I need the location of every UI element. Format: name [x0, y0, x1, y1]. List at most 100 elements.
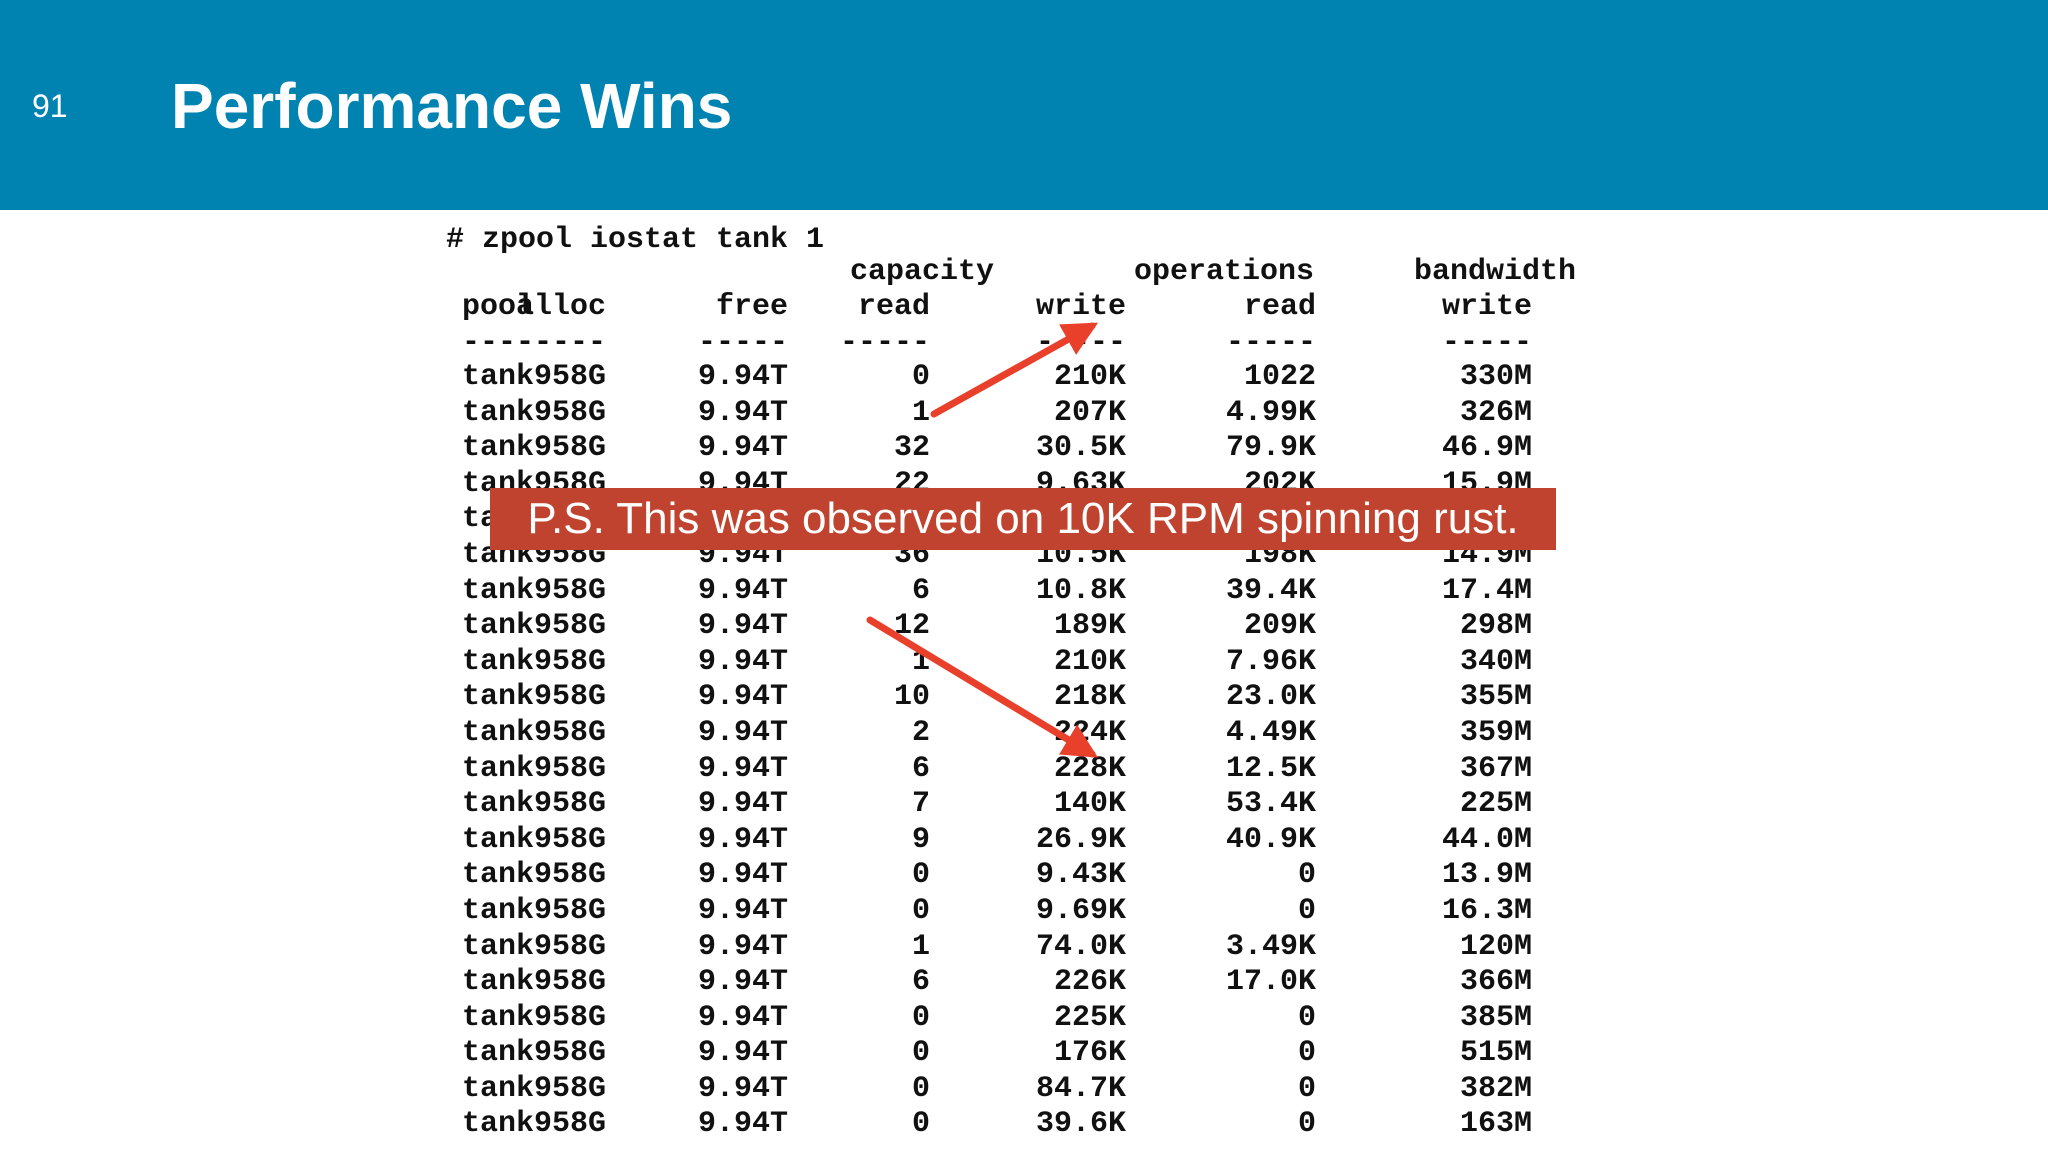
cell-pool: tank [462, 822, 535, 857]
cell-alloc: 958G [533, 715, 606, 750]
column-header-alloc: alloc [515, 290, 606, 324]
table-row: tank 958G 9.94T 12 189K 209K 298M [446, 609, 1606, 645]
cell-alloc: 958G [533, 751, 606, 786]
slide-title: Performance Wins [171, 70, 733, 142]
cell-free: 9.94T [697, 858, 788, 893]
cell-bw-read: 39.4K [1225, 573, 1316, 608]
cell-bw-write: 382M [1459, 1071, 1532, 1106]
cell-bw-read: 23.0K [1225, 680, 1316, 715]
cell-ops-write: 30.5K [1035, 431, 1126, 466]
cell-alloc: 958G [533, 680, 606, 715]
cell-alloc: 958G [533, 893, 606, 928]
cell-bw-write: 13.9M [1441, 858, 1532, 893]
cell-bw-read: 4.49K [1225, 715, 1316, 750]
column-header-ops-read: read [857, 290, 930, 324]
cell-pool: tank [462, 965, 535, 1000]
cell-alloc: 958G [533, 573, 606, 608]
cell-pool: tank [462, 1036, 535, 1071]
column-rule: ----- [1035, 326, 1126, 360]
table-row: tank 958G 9.94T 6 10.8K 39.4K 17.4M [446, 574, 1606, 610]
cell-ops-write: 140K [1053, 787, 1126, 822]
cell-ops-write: 226K [1053, 965, 1126, 1000]
cell-bw-write: 385M [1459, 1000, 1532, 1035]
table-row: tank 958G 9.94T 6 226K 17.0K 366M [446, 965, 1606, 1001]
cell-pool: tank [462, 1000, 535, 1035]
cell-pool: tank [462, 609, 535, 644]
cell-bw-write: 16.3M [1441, 893, 1532, 928]
cell-bw-write: 359M [1459, 715, 1532, 750]
cell-bw-write: 46.9M [1441, 431, 1532, 466]
cell-ops-write: 189K [1053, 609, 1126, 644]
table-row: tank 958G 9.94T 1 74.0K 3.49K 120M [446, 930, 1606, 966]
cell-bw-read: 79.9K [1225, 431, 1316, 466]
cell-free: 9.94T [697, 822, 788, 857]
cell-pool: tank [462, 573, 535, 608]
cell-free: 9.94T [697, 751, 788, 786]
cell-bw-read: 3.49K [1225, 929, 1316, 964]
cell-pool: tank [462, 1071, 535, 1106]
table-row: tank 958G 9.94T 0 210K 1022 330M [446, 360, 1606, 396]
cell-free: 9.94T [697, 893, 788, 928]
table-row: tank 958G 9.94T 32 30.5K 79.9K 46.9M [446, 431, 1606, 467]
cell-free: 9.94T [697, 787, 788, 822]
cell-pool: tank [462, 787, 535, 822]
cell-bw-write: 120M [1459, 929, 1532, 964]
cell-bw-read: 0 [1297, 858, 1316, 893]
cell-free: 9.94T [697, 431, 788, 466]
cell-bw-write: 44.0M [1441, 822, 1532, 857]
cell-bw-read: 0 [1297, 1000, 1316, 1035]
cell-ops-read: 0 [911, 1036, 930, 1071]
slide-number: 91 [32, 88, 68, 124]
cell-alloc: 958G [533, 929, 606, 964]
table-row: tank 958G 9.94T 1 210K 7.96K 340M [446, 645, 1606, 681]
cell-alloc: 958G [533, 787, 606, 822]
cell-free: 9.94T [697, 929, 788, 964]
cell-ops-read: 0 [911, 1107, 930, 1142]
cell-ops-write: 210K [1053, 644, 1126, 679]
cell-alloc: 958G [533, 395, 606, 430]
cell-ops-read: 6 [911, 965, 930, 1000]
cell-free: 9.94T [697, 1071, 788, 1106]
cell-ops-read: 1 [911, 644, 930, 679]
cell-pool: tank [462, 858, 535, 893]
cell-pool: tank [462, 893, 535, 928]
cell-ops-read: 0 [911, 893, 930, 928]
cell-ops-write: 9.43K [1035, 858, 1126, 893]
table-row: tank 958G 9.94T 0 84.7K 0 382M [446, 1072, 1606, 1108]
cell-free: 9.94T [697, 395, 788, 430]
cell-pool: tank [462, 431, 535, 466]
cell-ops-read: 7 [911, 787, 930, 822]
cell-alloc: 958G [533, 858, 606, 893]
cell-ops-read: 1 [911, 395, 930, 430]
cell-bw-read: 53.4K [1225, 787, 1316, 822]
cell-pool: tank [462, 1107, 535, 1142]
table-row: tank 958G 9.94T 10 218K 23.0K 355M [446, 680, 1606, 716]
cell-bw-write: 355M [1459, 680, 1532, 715]
cell-pool: tank [462, 360, 535, 394]
cell-free: 9.94T [697, 680, 788, 715]
column-header-bw-write: write [1441, 290, 1532, 324]
column-header-ops-write: write [1035, 290, 1126, 324]
cell-ops-write: 74.0K [1035, 929, 1126, 964]
cell-bw-read: 209K [1243, 609, 1316, 644]
column-rule: ----- [839, 326, 930, 360]
cell-alloc: 958G [533, 431, 606, 466]
cell-pool: tank [462, 715, 535, 750]
table-row: tank 958G 9.94T 0 9.43K 0 13.9M [446, 858, 1606, 894]
cell-bw-write: 163M [1459, 1107, 1532, 1142]
table-row: tank 958G 9.94T 0 176K 0 515M [446, 1036, 1606, 1072]
column-rule: ----- [515, 326, 606, 360]
cell-bw-write: 298M [1459, 609, 1532, 644]
cell-pool: tank [462, 644, 535, 679]
column-header-bw-read: read [1243, 290, 1316, 324]
table-row: tank 958G 9.94T 6 228K 12.5K 367M [446, 752, 1606, 788]
cell-pool: tank [462, 395, 535, 430]
table-row: tank 958G 9.94T 0 9.69K 0 16.3M [446, 894, 1606, 930]
cell-ops-write: 228K [1053, 751, 1126, 786]
cell-ops-write: 39.6K [1035, 1107, 1126, 1142]
cell-bw-write: 330M [1459, 360, 1532, 394]
table-row: tank 958G 9.94T 0 225K 0 385M [446, 1001, 1606, 1037]
cell-pool: tank [462, 751, 535, 786]
cell-alloc: 958G [533, 1036, 606, 1071]
cell-free: 9.94T [697, 1000, 788, 1035]
